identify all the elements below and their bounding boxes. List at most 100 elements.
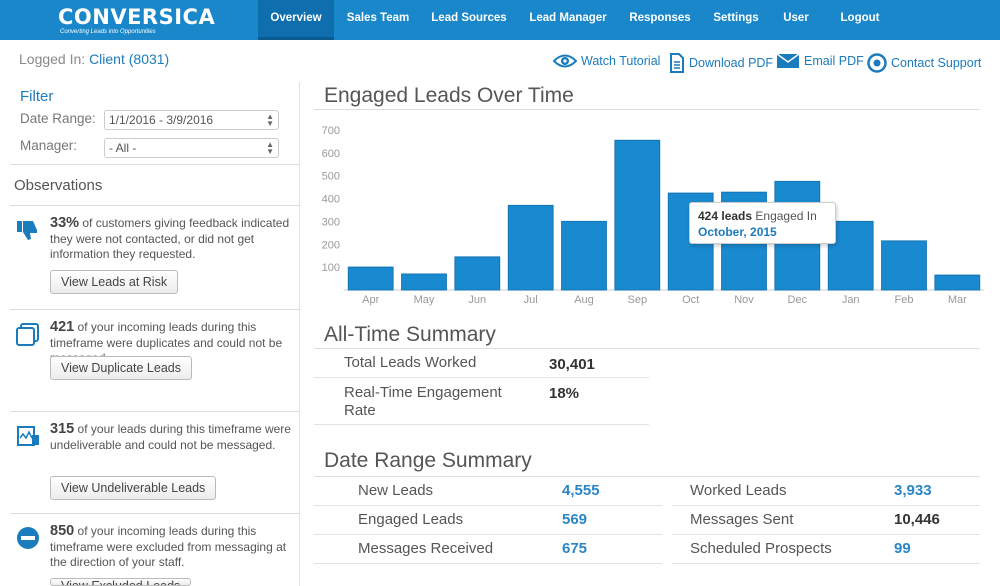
table-row: Messages Received 675 [314, 535, 662, 564]
contact-support-link[interactable]: Contact Support [867, 53, 981, 73]
dr-value: 569 [562, 511, 588, 528]
y-tick-label: 300 [322, 216, 340, 228]
chart-bar[interactable] [561, 220, 607, 291]
dr-value: 3,933 [894, 482, 932, 499]
x-tick-label: Sep [628, 294, 648, 306]
observation-text: 33% of customers giving feedback indicat… [50, 215, 295, 263]
email-pdf-label: Email PDF [804, 54, 864, 68]
dr-label: New Leads [358, 482, 434, 499]
x-tick-label: Feb [895, 294, 914, 306]
top-navbar: CONVERSICA Converting Leads into Opportu… [0, 0, 1000, 40]
dr-label: Engaged Leads [358, 511, 464, 528]
tooltip-engaged-label: Engaged In [755, 209, 817, 223]
observation-number: 33% [50, 215, 80, 231]
observation-undeliverable: 315 of your leads during this timeframe … [10, 412, 300, 514]
envelope-icon [776, 53, 800, 68]
watch-tutorial-link[interactable]: Watch Tutorial [553, 53, 660, 69]
chart-bar[interactable] [507, 204, 554, 291]
y-tick-label: 600 [322, 148, 340, 160]
chart-bar[interactable] [454, 256, 501, 291]
observation-number: 850 [50, 523, 75, 539]
logged-in-label: Logged In: [19, 51, 86, 67]
table-row: Scheduled Prospects 99 [672, 535, 980, 564]
engaged-leads-title: Engaged Leads Over Time [324, 84, 574, 107]
table-row: Messages Sent 10,446 [672, 506, 980, 535]
download-pdf-link[interactable]: Download PDF [669, 53, 773, 73]
sidebar: Filter Date Range: 1/1/2016 - 3/9/2016 ▲… [0, 82, 300, 586]
dr-label: Worked Leads [690, 482, 787, 499]
date-range-summary-title: Date Range Summary [324, 449, 532, 472]
minus-circle-icon [17, 527, 39, 549]
view-leads-at-risk-button[interactable]: View Leads at Risk [50, 270, 179, 294]
observation-number: 421 [50, 319, 75, 335]
view-excluded-leads-button[interactable]: View Excluded Leads [50, 578, 192, 586]
x-tick-label: Aug [574, 294, 594, 306]
observations-title: Observations [14, 177, 103, 194]
dr-value: 675 [562, 540, 588, 557]
x-tick-label: Jul [524, 294, 538, 306]
y-tick-label: 200 [322, 239, 340, 251]
engaged-leads-chart: 100 200 300 400 500 600 700 Apr May Jun Jul Aug Sep O… [322, 125, 984, 306]
observation-description: of your incoming leads during this timef… [50, 524, 287, 569]
x-tick-label: Jan [842, 294, 860, 306]
summary-row: Real-Time Engagement Rate 18% [314, 378, 649, 425]
x-tick-label: Jun [468, 294, 486, 306]
select-arrows-icon: ▲ ▼ [266, 140, 274, 156]
nav-responses[interactable]: Responses [626, 0, 694, 40]
nav-sales-team[interactable]: Sales Team [342, 0, 414, 40]
summary-label: Total Leads Worked [344, 354, 477, 371]
undeliverable-icon [17, 426, 39, 446]
manager-select[interactable]: - All - ▲ ▼ [104, 138, 279, 158]
watch-tutorial-label: Watch Tutorial [581, 54, 661, 68]
nav-user[interactable]: User [778, 0, 814, 40]
dr-label: Messages Received [358, 540, 494, 557]
observation-leads-at-risk: 33% of customers giving feedback indicat… [10, 206, 300, 308]
dr-value: 4,555 [562, 482, 600, 499]
nav-lead-manager[interactable]: Lead Manager [526, 0, 610, 40]
duplicate-icon [16, 323, 39, 346]
x-tick-label: Mar [948, 294, 967, 306]
y-tick-label: 100 [322, 262, 340, 274]
observation-text: 850 of your incoming leads during this t… [50, 523, 295, 571]
chart-bar[interactable] [347, 266, 394, 291]
observation-excluded: 850 of your incoming leads during this t… [10, 514, 300, 586]
x-tick-label: May [414, 294, 435, 306]
summary-row: Total Leads Worked 30,401 [314, 349, 649, 378]
summary-value: 18% [549, 385, 580, 402]
email-pdf-link[interactable]: Email PDF [776, 53, 864, 69]
view-duplicate-leads-button[interactable]: View Duplicate Leads [50, 356, 192, 380]
chart-bar[interactable] [934, 274, 981, 291]
x-tick-label: Oct [682, 294, 699, 306]
thumbs-down-icon [17, 221, 37, 240]
x-tick-label: Dec [788, 294, 808, 306]
manager-label: Manager: [20, 138, 78, 153]
observation-text: 315 of your leads during this timeframe … [50, 421, 295, 453]
nav-settings[interactable]: Settings [710, 0, 762, 40]
nav-logout[interactable]: Logout [836, 0, 884, 40]
logo-text: CONVERSICA [58, 5, 216, 29]
table-row: New Leads 4,555 [314, 477, 662, 506]
dr-label: Scheduled Prospects [690, 540, 832, 557]
observation-number: 315 [50, 421, 75, 437]
tooltip-month: October, 2015 [698, 225, 777, 239]
chart-bar[interactable] [881, 240, 927, 291]
conversica-logo[interactable]: CONVERSICA Converting Leads into Opportu… [58, 6, 215, 36]
date-range-select[interactable]: 1/1/2016 - 3/9/2016 ▲ ▼ [104, 110, 279, 130]
chart-bar[interactable] [401, 273, 447, 291]
contact-support-label: Contact Support [891, 56, 982, 70]
tooltip-leads: 424 leads [698, 209, 753, 223]
all-time-summary-title: All-Time Summary [324, 323, 496, 346]
eye-icon [553, 54, 577, 68]
chart-bar[interactable] [614, 139, 661, 291]
y-tick-label: 500 [322, 171, 340, 183]
client-link[interactable]: Client (8031) [89, 51, 169, 67]
view-undeliverable-leads-button[interactable]: View Undeliverable Leads [50, 476, 217, 500]
divider [314, 109, 980, 110]
nav-lead-sources[interactable]: Lead Sources [428, 0, 510, 40]
support-icon [867, 53, 887, 73]
summary-label: Real-Time Engagement Rate [344, 384, 502, 419]
select-arrows-icon: ▲ ▼ [266, 112, 274, 128]
date-range-value: 1/1/2016 - 3/9/2016 [109, 113, 214, 127]
observation-description: of customers giving feedback indicated t… [50, 216, 290, 261]
nav-overview[interactable]: Overview [258, 0, 334, 40]
